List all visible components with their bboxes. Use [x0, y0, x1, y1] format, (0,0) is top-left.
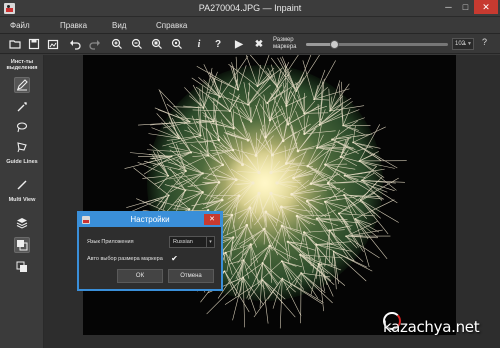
menu-view[interactable]: Вид [112, 21, 126, 30]
menu-edit[interactable]: Правка [60, 21, 87, 30]
help-icon[interactable]: ? [211, 37, 225, 51]
menu-file[interactable]: Файл [10, 21, 30, 30]
image-canvas[interactable] [83, 55, 456, 335]
auto-marker-checkbox[interactable]: ✔ [170, 254, 179, 263]
run-icon[interactable]: ▶ [232, 37, 246, 51]
tools-sidebar: Инст-ты выделения Guide Lines Multi View [0, 55, 44, 348]
dialog-close-button[interactable]: ✕ [204, 214, 220, 225]
zoom-in-icon[interactable] [110, 37, 124, 51]
language-label: Язык Приложения [87, 239, 134, 245]
marker-size-label: Размер маркера [273, 37, 297, 51]
marker-size-label-line2: маркера [273, 44, 297, 50]
spin-arrows-icon[interactable]: ▲▼ [462, 39, 472, 49]
line-icon[interactable] [14, 177, 30, 193]
cancel-button[interactable]: Отмена [168, 269, 214, 283]
marker-size-input[interactable]: 102 ▲▼ [452, 38, 474, 50]
marker-size-slider-thumb[interactable] [330, 40, 340, 49]
selection-tools-heading: Инст-ты выделения [6, 59, 38, 71]
lasso-icon[interactable] [14, 119, 30, 135]
view-split-icon[interactable] [14, 237, 30, 253]
window-title: PA270004.JPG — Inpaint [198, 3, 302, 13]
dialog-title-bar: Настройки ✕ [79, 213, 221, 227]
chevron-down-icon[interactable]: ▾ [206, 237, 214, 247]
redo-icon[interactable] [88, 37, 102, 51]
close-button[interactable]: ✕ [474, 0, 498, 14]
guide-lines-heading: Guide Lines [6, 159, 38, 165]
save-icon[interactable] [27, 37, 41, 51]
multi-view-heading: Multi View [8, 197, 36, 203]
clear-icon[interactable]: ✖ [252, 37, 266, 51]
auto-marker-label: Авто выбор размера маркера [87, 256, 163, 262]
marker-size-label-line1: Размер [273, 37, 294, 43]
marker-icon[interactable] [14, 77, 30, 93]
cactus-photo [124, 55, 407, 329]
zoom-fit-icon[interactable] [150, 37, 164, 51]
title-bar: PA270004.JPG — Inpaint ─ □ ✕ [0, 0, 500, 17]
menu-bar: Файл Правка Вид Справка [0, 17, 500, 34]
menu-help[interactable]: Справка [156, 21, 187, 30]
toolbar-help-button[interactable]: ? [478, 37, 491, 51]
minimize-button[interactable]: ─ [440, 0, 457, 14]
zoom-out-icon[interactable] [130, 37, 144, 51]
save-as-icon[interactable] [46, 37, 60, 51]
language-select-value: Russian [173, 239, 193, 245]
settings-dialog: Настройки ✕ Язык Приложения Russian ▾ Ав… [77, 211, 223, 291]
layers-icon[interactable] [14, 215, 30, 231]
marker-size-slider[interactable] [306, 40, 448, 49]
undo-icon[interactable] [68, 37, 82, 51]
dialog-title: Настройки [130, 215, 170, 224]
open-icon[interactable] [8, 37, 22, 51]
toolbar: i ? ▶ ✖ Размер маркера 102 ▲▼ ? [0, 34, 500, 54]
ok-button[interactable]: ОК [117, 269, 163, 283]
watermark-text: kazachya.net [383, 318, 480, 336]
magic-wand-icon[interactable] [14, 99, 30, 115]
zoom-actual-icon[interactable] [170, 37, 184, 51]
info-icon[interactable]: i [192, 37, 206, 51]
maximize-button[interactable]: □ [457, 0, 474, 14]
view-original-icon[interactable] [14, 259, 30, 275]
language-select[interactable]: Russian ▾ [169, 236, 215, 248]
polygon-lasso-icon[interactable] [14, 139, 30, 155]
